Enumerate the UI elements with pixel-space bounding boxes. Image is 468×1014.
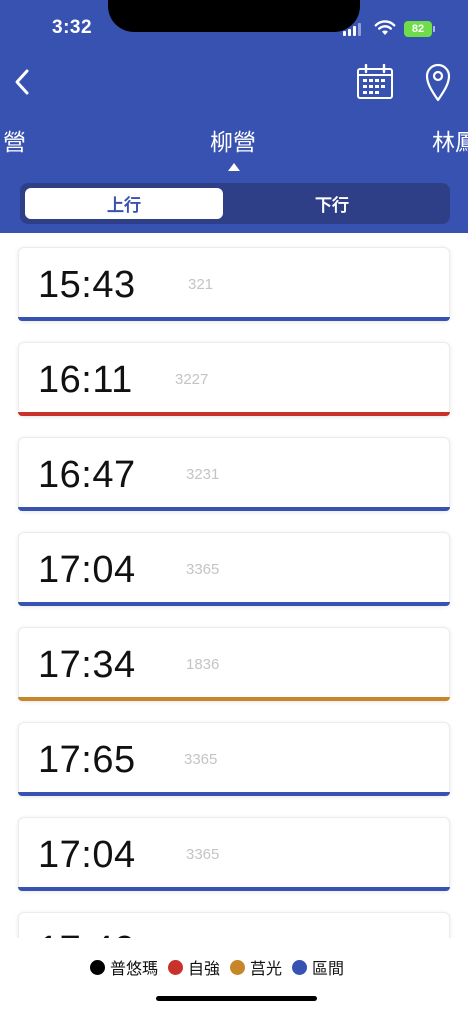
tab-down[interactable]: 下行 — [233, 188, 431, 219]
departure-time: 17:04 — [38, 549, 136, 591]
legend-item: 自強 — [168, 955, 220, 979]
current-station-caret-icon — [228, 163, 240, 171]
train-row[interactable]: 17:04 3365 — [18, 817, 450, 891]
calendar-icon[interactable] — [356, 64, 394, 100]
legend-row: 普悠瑪 自強 莒光 區間 — [90, 955, 354, 979]
device-notch — [108, 0, 360, 32]
station-prev[interactable]: 營 — [3, 127, 26, 157]
train-number: 3227 — [175, 371, 209, 388]
legend-dot-icon — [230, 959, 246, 975]
departure-time: 16:47 — [38, 454, 136, 496]
back-button[interactable] — [8, 64, 36, 100]
header: 3:32 82 營 柳營 林鳳 上行 下行 — [0, 0, 468, 233]
train-row[interactable]: 17:40 — [18, 912, 450, 938]
train-type-legend: 普悠瑪 自強 莒光 區間 — [0, 938, 468, 1014]
departure-time: 16:11 — [38, 359, 133, 401]
tab-up[interactable]: 上行 — [25, 188, 223, 219]
legend-item: 普悠瑪 — [90, 955, 158, 979]
legend-label: 普悠瑪 — [110, 961, 159, 978]
train-type-bar — [18, 412, 450, 416]
train-number: 3365 — [186, 561, 220, 578]
train-type-bar — [18, 602, 450, 606]
train-number: 3231 — [186, 466, 220, 483]
legend-item: 區間 — [292, 955, 344, 979]
map-pin-icon[interactable] — [424, 62, 452, 102]
train-row[interactable]: 16:11 3227 — [18, 342, 450, 416]
train-row[interactable]: 16:47 3231 — [18, 437, 450, 511]
train-type-bar — [18, 317, 450, 321]
home-indicator[interactable] — [156, 996, 317, 1001]
train-number: 321 — [188, 276, 214, 293]
battery-tip — [433, 26, 435, 32]
departure-time: 17:65 — [38, 739, 136, 781]
train-type-bar — [18, 887, 450, 891]
train-row[interactable]: 15:43 321 — [18, 247, 450, 321]
status-time: 3:32 — [52, 17, 93, 38]
legend-label: 莒光 — [250, 961, 283, 978]
train-type-bar — [18, 507, 450, 511]
departure-time: 17:40 — [38, 930, 136, 938]
legend-label: 區間 — [312, 961, 345, 978]
train-number: 3365 — [184, 751, 218, 768]
train-row[interactable]: 17:65 3365 — [18, 722, 450, 796]
departure-time: 17:34 — [38, 644, 136, 686]
train-row[interactable]: 17:04 3365 — [18, 532, 450, 606]
train-list[interactable]: 15:43 321 16:11 3227 16:47 3231 17:04 3365 17:34… — [0, 233, 468, 938]
legend-label: 自強 — [188, 961, 221, 978]
departure-time: 17:04 — [38, 834, 136, 876]
legend-dot-icon — [168, 959, 184, 975]
signal-icon — [343, 23, 361, 36]
train-type-bar — [18, 697, 450, 701]
legend-dot-icon — [292, 959, 308, 975]
train-type-bar — [18, 792, 450, 796]
station-next[interactable]: 林鳳 — [432, 127, 468, 157]
battery-icon: 82 — [404, 21, 432, 37]
legend-item: 莒光 — [230, 955, 282, 979]
departure-time: 15:43 — [38, 264, 136, 306]
train-number: 3365 — [186, 846, 220, 863]
chevron-left-icon — [15, 69, 29, 95]
train-number: 1836 — [186, 656, 220, 673]
station-current[interactable]: 柳營 — [210, 127, 256, 157]
train-row[interactable]: 17:34 1836 — [18, 627, 450, 701]
legend-dot-icon — [90, 959, 105, 975]
wifi-icon — [374, 20, 396, 35]
direction-toggle: 上行 下行 — [20, 183, 450, 224]
